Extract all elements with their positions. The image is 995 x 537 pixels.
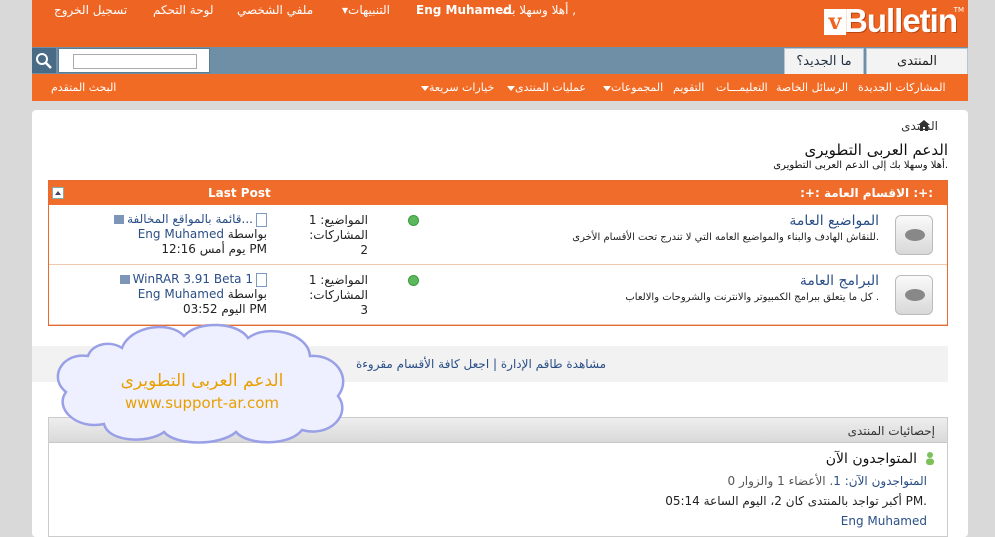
sub-navbar: البحث المتقدم خيارات سريعة عمليات المنتد…: [32, 74, 968, 101]
search-field-wrapper: [58, 48, 210, 73]
forum-description: كل ما يتعلق ببرامج الكمبيوتر والانترنت و…: [625, 292, 879, 303]
forum-online-dot-icon: [408, 275, 419, 286]
welcome-text: أهلا وسهلا بك ,: [502, 3, 577, 17]
forum-links: مشاهدة طاقم الإدارة | اجعل كافة الأقسام …: [356, 357, 606, 371]
forum-row: البرامج العامة كل ما يتعلق ببرامج الكمبي…: [49, 266, 947, 325]
last-post-title-link[interactable]: WinRAR 3.91 Beta 1: [133, 272, 253, 286]
groups-label: المجموعات: [611, 81, 664, 94]
welcome-message: أهلا وسهلا بك إلى الدعم العربى التطويرى.: [773, 160, 948, 171]
online-users-link[interactable]: المتواجدون الآن:: [845, 474, 927, 488]
advanced-search-link[interactable]: البحث المتقدم: [51, 81, 116, 94]
last-post-cell: WinRAR 3.91 Beta 1 Eng Muhamed بواسطة ال…: [107, 272, 267, 317]
last-post-header: Last Post: [208, 186, 271, 200]
mark-read-link[interactable]: اجعل كافة الأقسام مقروءة: [356, 357, 489, 371]
faq-link[interactable]: التعليمـــات: [716, 81, 768, 94]
forum-threads-count: المواضيع: 1: [308, 213, 368, 227]
logo-tm: TM: [953, 6, 964, 14]
quick-links-label: خيارات سريعة: [429, 81, 495, 94]
groups-menu[interactable]: المجموعات: [601, 81, 663, 94]
document-icon: [256, 212, 267, 227]
last-post-time: يوم أمس 12:16 PM: [161, 242, 267, 256]
record-online: أكبر تواجد بالمنتدى كان 2، اليوم الساعة …: [665, 494, 927, 508]
tab-whats-new[interactable]: ما الجديد؟: [784, 48, 864, 74]
forum-status-icon: [895, 275, 933, 315]
notifications-link[interactable]: ▾التنبيهات: [342, 3, 390, 17]
forum-name-link[interactable]: المواضيع العامة: [789, 213, 879, 229]
logo-text: Bulletin: [844, 2, 958, 39]
view-staff-link[interactable]: مشاهدة طاقم الإدارة: [501, 357, 606, 371]
new-posts-link[interactable]: المشاركات الجديدة: [858, 81, 946, 94]
private-messages-link[interactable]: الرسائل الخاصة: [776, 81, 848, 94]
last-post-user-link[interactable]: Eng Muhamed: [138, 227, 224, 241]
calendar-link[interactable]: التقويم: [673, 81, 704, 94]
tab-forum[interactable]: المنتدى: [866, 48, 968, 74]
forum-category-table: Last Post :+: الاقسام العامة :+: المواضي…: [48, 180, 948, 326]
chevron-down-icon: [603, 85, 611, 91]
logo-v: v: [824, 9, 846, 35]
forum-threads-count: المواضيع: 1: [308, 273, 368, 287]
username-link[interactable]: Eng Muhamed: [416, 3, 512, 17]
vbulletin-logo[interactable]: v Bulletin TM: [824, 2, 964, 42]
last-post-user-link[interactable]: Eng Muhamed: [138, 287, 224, 301]
search-icon: [36, 53, 52, 69]
document-icon: [256, 272, 267, 287]
forum-row: المواضيع العامة للنقاش الهادف والبناء وا…: [49, 206, 947, 265]
breadcrumb[interactable]: المنتدى: [901, 119, 938, 133]
forum-actions-label: عمليات المنتدى: [515, 81, 586, 94]
last-post-by: بواسطة: [227, 287, 267, 301]
last-post-by: بواسطة: [227, 227, 267, 241]
last-post-title-link[interactable]: قائمة بالمواقع المخالفة...: [127, 212, 253, 226]
category-header: Last Post :+: الاقسام العامة :+:: [49, 181, 947, 205]
category-title[interactable]: :+: الاقسام العامة :+:: [800, 186, 933, 200]
last-post-time: اليوم 03:52 PM: [182, 302, 267, 316]
profile-link[interactable]: ملفي الشخصي: [237, 3, 313, 17]
online-breakdown: . الأعضاء 1 والزوار 0: [727, 474, 834, 488]
go-to-post-icon[interactable]: [114, 215, 125, 224]
collapse-button[interactable]: [52, 187, 64, 199]
online-user-link[interactable]: Eng Muhamed: [841, 514, 927, 528]
top-header: تسجيل الخروج لوحة التحكم ملفي الشخصي ▾ال…: [32, 0, 968, 47]
tab-bar: ما الجديد؟ المنتدى: [32, 47, 968, 74]
last-post-cell: قائمة بالمواقع المخالفة... Eng Muhamed ب…: [107, 212, 267, 257]
quick-links-menu[interactable]: خيارات سريعة: [419, 81, 494, 94]
forum-stats: المواضيع: 1 المشاركات: 3: [304, 273, 368, 318]
go-to-post-icon[interactable]: [119, 275, 130, 284]
forum-posts-count: المشاركات: 2: [309, 228, 368, 257]
statistics-title: إحصائيات المنتدى: [847, 424, 935, 438]
online-users-title: المتواجدون الآن: [825, 451, 917, 467]
promo-cloud-overlay: الدعم العربى التطويرى www.support-ar.com: [52, 318, 352, 446]
user-online-icon: [926, 452, 934, 465]
search-input[interactable]: [73, 54, 197, 69]
forum-status-icon: [895, 215, 933, 255]
forum-online-dot-icon: [408, 215, 419, 226]
chevron-down-icon: [507, 85, 515, 91]
online-users-summary: المتواجدون الآن: 1. الأعضاء 1 والزوار 0: [728, 474, 927, 488]
cloud-url: www.support-ar.com: [125, 394, 279, 412]
forum-description: للنقاش الهادف والبناء والمواضيع العامه ا…: [572, 232, 879, 243]
online-count: 1: [833, 474, 841, 488]
forum-stats: المواضيع: 1 المشاركات: 2: [304, 213, 368, 258]
logout-link[interactable]: تسجيل الخروج: [54, 3, 127, 17]
page-title: الدعم العربى التطويرى: [804, 141, 948, 159]
notifications-label: التنبيهات: [348, 3, 390, 17]
forum-name-link[interactable]: البرامج العامة: [800, 273, 879, 289]
control-panel-link[interactable]: لوحة التحكم: [153, 3, 214, 17]
links-separator: |: [493, 357, 498, 371]
cloud-title: الدعم العربى التطويرى: [120, 371, 284, 391]
forum-actions-menu[interactable]: عمليات المنتدى: [505, 81, 586, 94]
search-button[interactable]: [32, 48, 56, 73]
forum-posts-count: المشاركات: 3: [309, 288, 368, 317]
chevron-down-icon: [421, 85, 429, 91]
